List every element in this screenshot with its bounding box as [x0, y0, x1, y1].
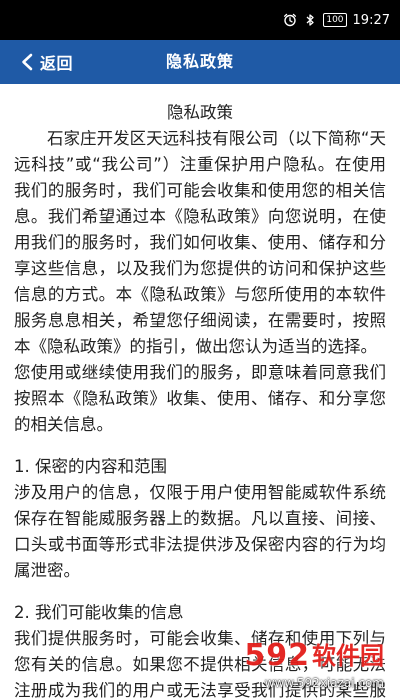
alarm-icon	[283, 13, 297, 27]
nav-bar: 返回 隐私政策	[0, 40, 400, 84]
section-collected-info: 2. 我们可能收集的信息 我们提供服务时，可能会收集、储存和使用下列与您有关的信…	[14, 600, 386, 700]
section-body: 我们提供服务时，可能会收集、储存和使用下列与您有关的信息。如果您不提供相关信息，…	[14, 629, 386, 700]
chevron-left-icon	[18, 53, 36, 71]
section-title: 1. 保密的内容和范围	[14, 457, 167, 476]
battery-icon: 100	[323, 13, 347, 27]
clock: 19:27	[352, 12, 390, 28]
battery-level: 100	[326, 15, 344, 25]
section-title: 2. 我们可能收集的信息	[14, 603, 184, 622]
consent-paragraph: 您使用或继续使用我们的服务，即意味着同意我们按照本《隐私政策》收集、使用、储存、…	[14, 363, 386, 434]
status-icons: 100 19:27	[283, 9, 390, 31]
privacy-policy-content[interactable]: 隐私政策 石家庄开发区天远科技有限公司（以下简称“天远科技”或“我公司”）注重保…	[0, 84, 400, 700]
bluetooth-icon	[303, 13, 317, 27]
intro-paragraph: 石家庄开发区天远科技有限公司（以下简称“天远科技”或“我公司”）注重保护用户隐私…	[14, 129, 386, 356]
section-confidentiality: 1. 保密的内容和范围 涉及用户的信息，仅限于用户使用智能威软件系统保存在智能威…	[14, 454, 386, 584]
section-body: 涉及用户的信息，仅限于用户使用智能威软件系统保存在智能威服务器上的数据。凡以直接…	[14, 483, 386, 580]
back-label: 返回	[40, 54, 74, 73]
document-heading: 隐私政策	[167, 103, 233, 122]
back-button[interactable]: 返回	[18, 40, 73, 84]
status-bar: 100 19:27	[0, 0, 400, 40]
